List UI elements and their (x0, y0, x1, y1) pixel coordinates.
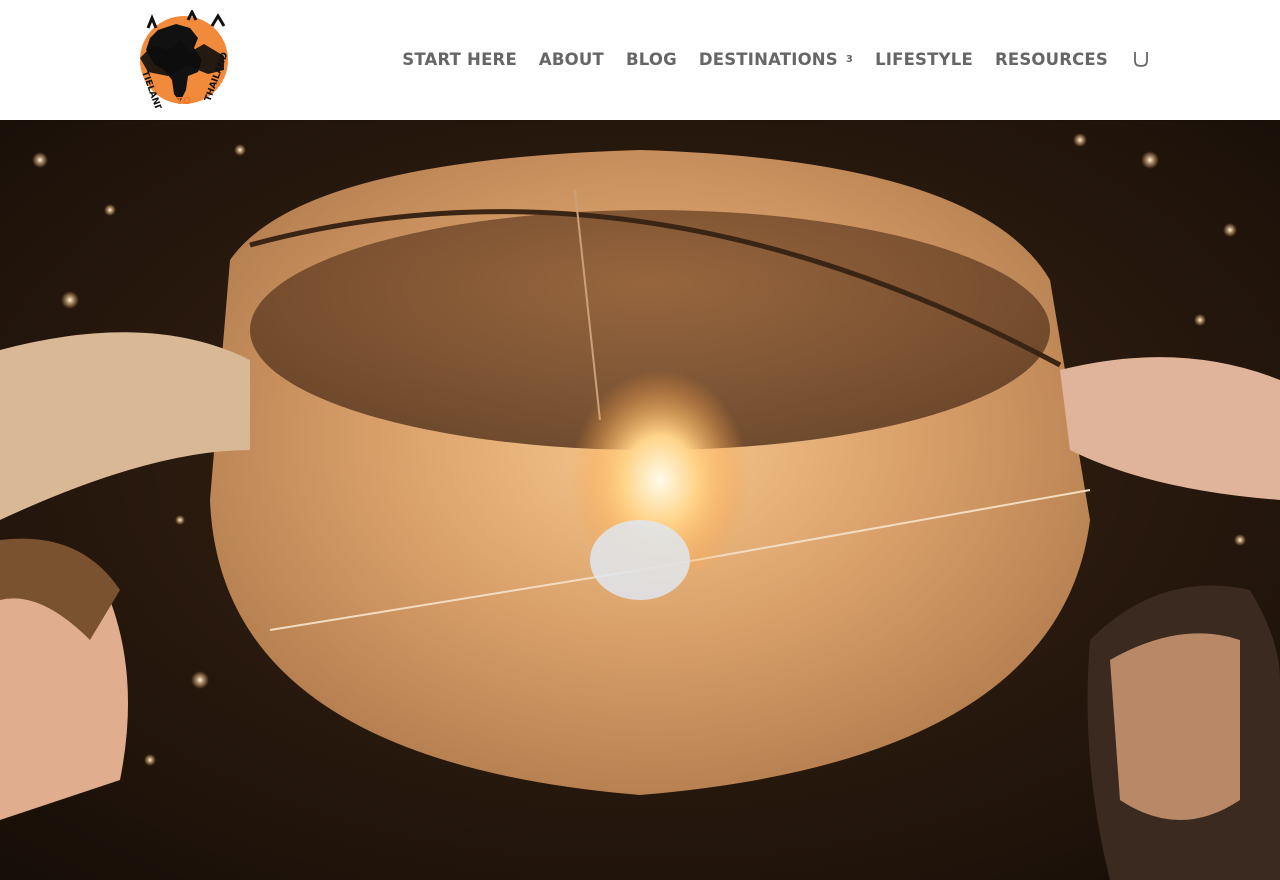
main-nav: START HERE ABOUT BLOG DESTINATIONS 3 LIF… (380, 48, 1152, 70)
nav-resources-label: RESOURCES (994, 49, 1108, 69)
nav-lifestyle[interactable]: LIFESTYLE (875, 50, 973, 69)
nav-start-here-label: START HERE (402, 49, 517, 69)
nav-about[interactable]: ABOUT (539, 50, 604, 69)
nav-start-here[interactable]: START HERE (402, 50, 517, 69)
chevron-down-icon: 3 (845, 53, 854, 65)
nav-lifestyle-label: LIFESTYLE (875, 49, 973, 69)
site-header: TIELAND TO THAILAND START HERE ABOUT BLO… (0, 0, 1280, 120)
nav-about-label: ABOUT (538, 49, 604, 69)
nav-destinations[interactable]: DESTINATIONS 3 (699, 50, 853, 69)
nav-destinations-label: DESTINATIONS (698, 49, 838, 69)
site-logo[interactable]: TIELAND TO THAILAND (128, 8, 240, 114)
nav-blog[interactable]: BLOG (626, 50, 677, 69)
nav-blog-label: BLOG (625, 49, 677, 69)
search-icon[interactable] (1130, 48, 1152, 70)
hero-image (0, 120, 1280, 880)
logo-text-mid: TO (176, 96, 191, 107)
nav-resources[interactable]: RESOURCES (995, 50, 1108, 69)
